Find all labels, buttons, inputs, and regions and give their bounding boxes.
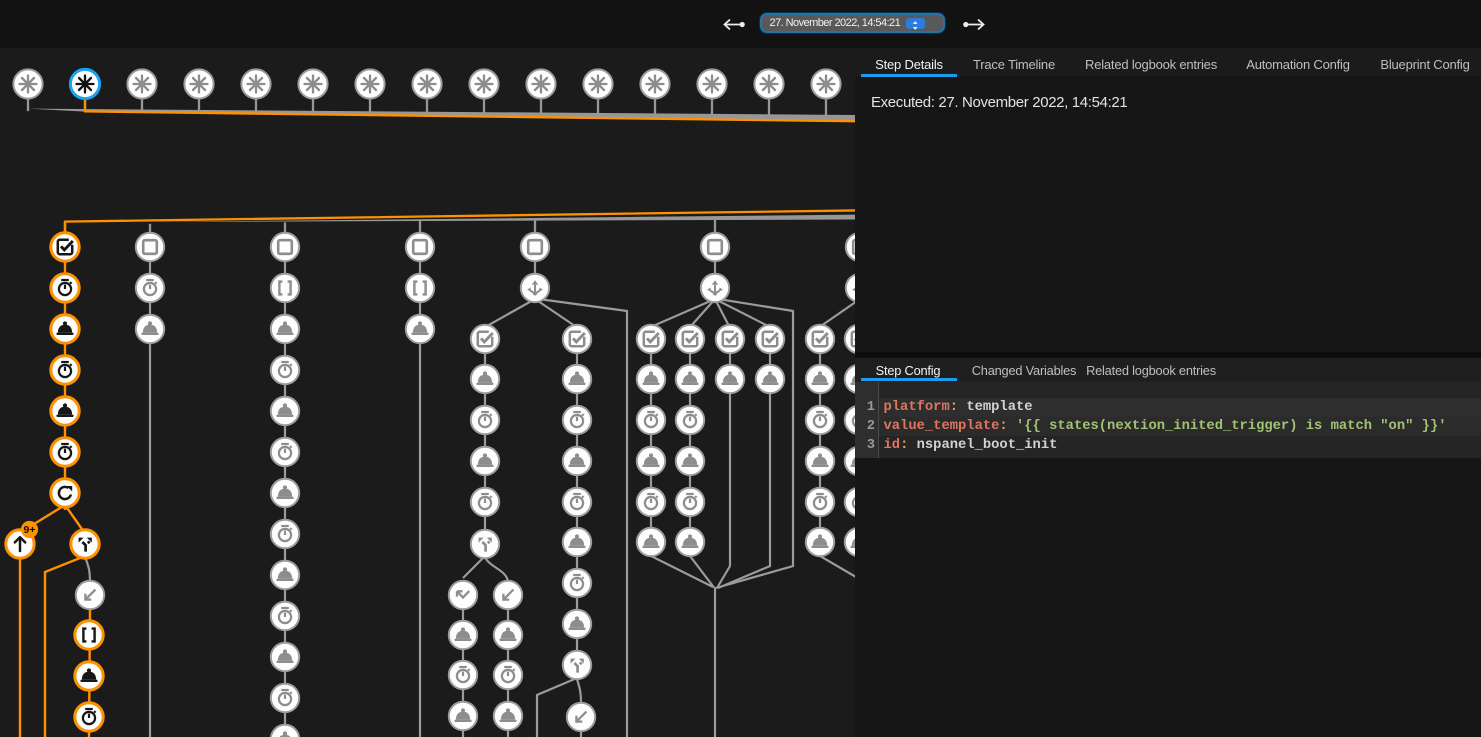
svg-text:9+: 9+: [24, 524, 36, 536]
